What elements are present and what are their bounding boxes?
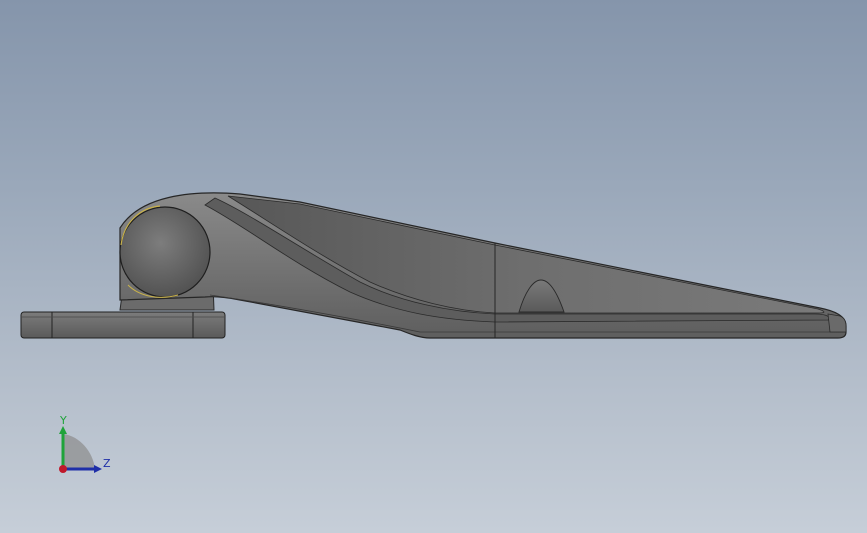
3d-viewport[interactable]: Y Z bbox=[0, 0, 867, 533]
arm-tip bbox=[827, 313, 847, 333]
triad-plane bbox=[63, 434, 95, 469]
y-axis-label: Y bbox=[59, 414, 67, 427]
y-axis-arrow bbox=[59, 426, 67, 434]
triad-graphic: Y Z bbox=[59, 414, 111, 473]
orientation-triad[interactable]: Y Z bbox=[48, 412, 118, 482]
z-axis-arrow bbox=[94, 465, 102, 473]
ball-joint[interactable] bbox=[119, 205, 211, 298]
x-axis-dot bbox=[59, 465, 67, 473]
base-plate[interactable] bbox=[20, 311, 226, 339]
model-view[interactable] bbox=[0, 0, 867, 533]
z-axis-label: Z bbox=[103, 457, 111, 470]
